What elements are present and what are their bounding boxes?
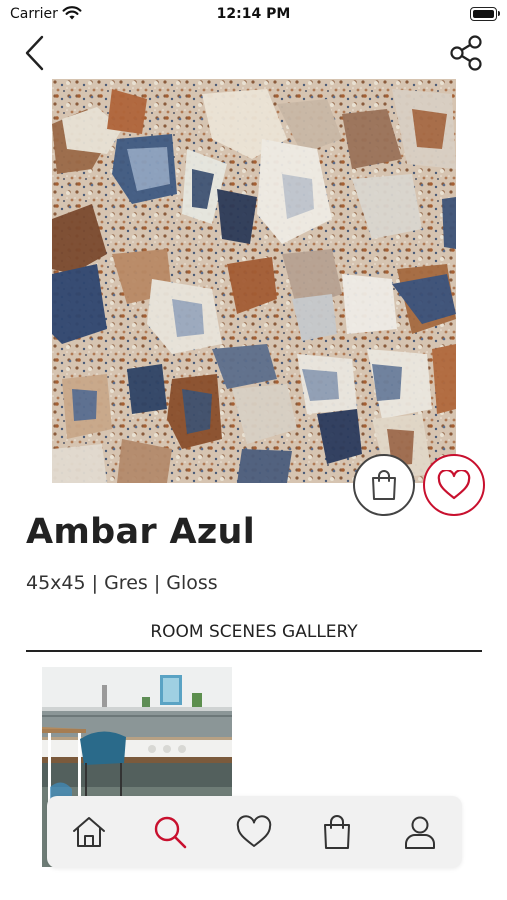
product-image [52,79,456,483]
share-icon [450,35,482,71]
favorite-button[interactable] [423,454,485,516]
product-title: Ambar Azul [26,512,256,552]
user-icon [405,816,435,849]
status-time: 12:14 PM [216,6,291,22]
search-icon [154,816,187,849]
shopping-bag-icon [372,470,396,500]
chevron-left-icon [25,35,44,71]
shopping-bag-icon [324,815,350,849]
tab-home[interactable] [67,810,111,854]
heart-icon [437,470,471,500]
terrazzo-tile-image [52,79,456,483]
status-bar: Carrier 12:14 PM [0,0,507,30]
heart-icon [236,815,272,847]
back-button[interactable] [20,34,50,72]
bottom-tab-bar [47,796,462,868]
tab-cart[interactable] [315,810,359,854]
add-to-cart-button[interactable] [353,454,415,516]
tab-favorites[interactable] [232,810,276,854]
product-specs: 45x45 | Gres | Gloss [26,572,218,594]
share-button[interactable] [447,33,485,73]
home-icon [73,817,105,847]
gallery-title: ROOM SCENES GALLERY [26,622,482,652]
tab-search[interactable] [148,810,192,854]
battery-icon [470,7,500,21]
tab-profile[interactable] [398,810,442,854]
